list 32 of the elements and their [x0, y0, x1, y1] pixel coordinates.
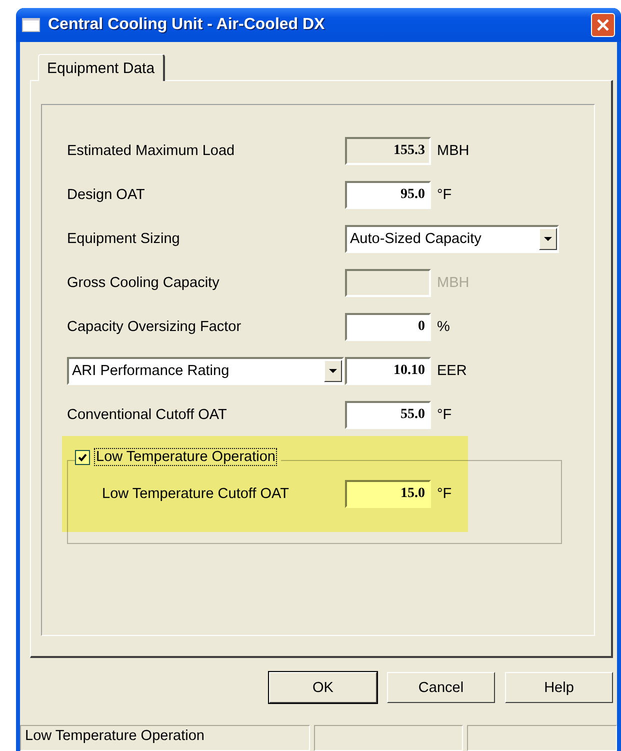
unit-label: MBH [437, 143, 470, 159]
dialog-button[interactable]: Cancel [387, 672, 495, 703]
rating-dropdown[interactable]: ARI Performance Rating [67, 357, 344, 385]
number-field[interactable]: 10.10 [345, 357, 431, 385]
field-label: Conventional Cutoff OAT [67, 407, 228, 423]
dialog-button[interactable]: Help [505, 672, 613, 703]
window-title: Central Cooling Unit - Air-Cooled DX [48, 16, 326, 34]
field-label: Design OAT [67, 187, 146, 203]
field-label: Equipment Sizing [67, 231, 181, 247]
unit-label: EER [437, 363, 467, 379]
number-field[interactable]: 95.0 [345, 181, 431, 209]
field-label: Estimated Maximum Load [67, 143, 236, 159]
dialog-button[interactable]: OK [269, 672, 377, 703]
unit-label: MBH [437, 275, 470, 291]
field-label: Capacity Oversizing Factor [67, 319, 242, 335]
unit-label: % [437, 319, 450, 335]
unit-label: °F [437, 407, 452, 423]
number-field[interactable]: 55.0 [345, 401, 431, 429]
field-label: Gross Cooling Capacity [67, 275, 220, 291]
dropdown-arrow-icon [329, 369, 337, 373]
number-field[interactable]: 155.3 [345, 137, 431, 165]
dropdown-arrow-icon [544, 237, 552, 241]
tab[interactable]: Equipment Data [38, 54, 165, 81]
unit-label: °F [437, 486, 452, 502]
sizing-dropdown[interactable]: Auto-Sized Capacity [345, 225, 559, 253]
close-icon [597, 19, 609, 31]
status-text: Low Temperature Operation [20, 725, 310, 751]
window-icon [22, 18, 40, 32]
field-label: Low Temperature Cutoff OAT [102, 486, 290, 502]
unit-label: °F [437, 187, 452, 203]
close-button[interactable] [591, 13, 615, 37]
number-field[interactable]: 0 [345, 313, 431, 341]
